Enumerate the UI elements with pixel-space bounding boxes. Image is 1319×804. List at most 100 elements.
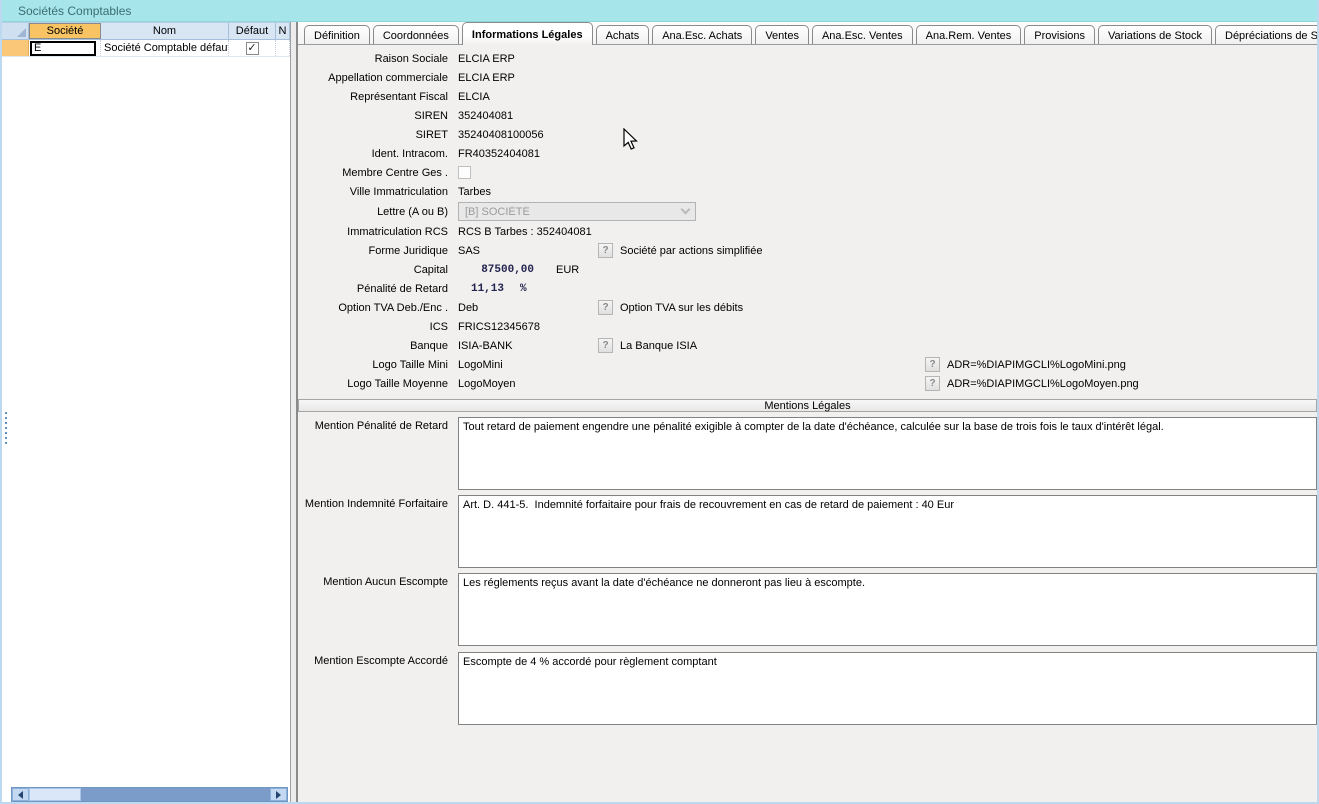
field-value-logo-mini[interactable]: LogoMini [458,359,598,371]
field-label-lettre: Lettre (A ou B) [298,206,458,218]
tab-provisions[interactable]: Provisions [1024,25,1095,44]
companies-table-header: Société Nom Défaut N [2,23,290,40]
help-icon[interactable]: ? [598,300,613,315]
mention-escompte-accorde-textarea[interactable]: Escompte de 4 % accordé pour règlement c… [458,652,1317,725]
field-label-tva: Option TVA Deb./Enc . [298,302,458,314]
mention-penalite-textarea[interactable]: Tout retard de paiement engendre une pén… [458,417,1317,490]
row-indicator-cell[interactable] [2,40,29,56]
scrollbar-thumb[interactable] [29,788,81,801]
lettre-dropdown-value: [B] SOCIÉTÉ [465,206,682,218]
tab-informations-legales[interactable]: Informations Légales [462,22,593,45]
corner-triangle-icon [17,28,26,37]
tab-strip: Définition Coordonnées Informations Léga… [298,22,1317,45]
companies-table: Société Nom Défaut N E Société Comptable… [2,22,290,57]
chevron-down-icon [681,205,691,215]
field-value-raison-sociale[interactable]: ELCIA ERP [458,53,515,65]
cell-defaut[interactable]: ✓ [229,40,276,56]
forme-help-text: Société par actions simplifiée [620,245,762,257]
societe-edit-input[interactable]: E [30,41,96,56]
help-icon[interactable]: ? [598,338,613,353]
field-value-forme[interactable]: SAS [458,245,598,257]
field-value-ville[interactable]: Tarbes [458,186,491,198]
table-row[interactable]: E Société Comptable défaut ✓ [2,40,290,57]
arrow-right-icon [276,791,281,799]
field-label-siren: SIREN [298,110,458,122]
horizontal-scrollbar[interactable] [11,787,288,802]
field-value-siret[interactable]: 35240408100056 [458,129,544,141]
cell-societe[interactable]: E [29,40,101,56]
column-header-nom[interactable]: Nom [101,23,229,39]
field-value-capital[interactable]: 87500,00 [458,264,534,276]
defaut-checkbox[interactable]: ✓ [246,42,259,55]
field-value-rcs[interactable]: RCS B Tarbes : 352404081 [458,226,592,238]
logo-moyen-adr-text: ADR=%DIAPIMGCLI%LogoMoyen.png [947,378,1139,390]
tab-definition[interactable]: Définition [304,25,370,44]
field-value-penalite[interactable]: 11,13 [458,283,504,295]
mentions-legales-header: Mentions Légales [298,399,1317,412]
column-header-partial[interactable]: N [276,23,290,39]
field-label-ics: ICS [298,321,458,333]
tab-ana-esc-ventes[interactable]: Ana.Esc. Ventes [812,25,913,44]
arrow-left-icon [18,791,23,799]
field-label-rcs: Immatriculation RCS [298,226,458,238]
capital-unit: EUR [556,264,579,276]
mention-indemnite-textarea[interactable]: Art. D. 441-5. Indemnité forfaitaire pou… [458,495,1317,568]
tab-ana-rem-ventes[interactable]: Ana.Rem. Ventes [916,25,1022,44]
splitter-grip[interactable] [3,412,9,446]
table-corner-cell[interactable] [2,23,29,39]
field-label-raison-sociale: Raison Sociale [298,53,458,65]
field-label-ville: Ville Immatriculation [298,186,458,198]
field-value-tva[interactable]: Deb [458,302,598,314]
field-label-logo-moyen: Logo Taille Moyenne [298,378,458,390]
field-label-capital: Capital [298,264,458,276]
help-icon[interactable]: ? [925,357,940,372]
field-label-membre: Membre Centre Ges . [298,167,458,179]
tab-ana-esc-achats[interactable]: Ana.Esc. Achats [652,25,752,44]
field-label-representant: Représentant Fiscal [298,91,458,103]
tab-achats[interactable]: Achats [596,25,650,44]
mention-aucun-escompte-textarea[interactable]: Les réglements reçus avant la date d'éch… [458,573,1317,646]
field-label-banque: Banque [298,340,458,352]
tab-coordonnees[interactable]: Coordonnées [373,25,459,44]
help-icon[interactable]: ? [925,376,940,391]
tab-depreciations-stocks[interactable]: Dépréciations de Stocks [1215,25,1319,44]
tva-help-text: Option TVA sur les débits [620,302,743,314]
field-label-penalite: Pénalité de Retard [298,283,458,295]
tab-page-informations-legales: Raison SocialeELCIA ERP Appellation comm… [298,45,1317,803]
field-label-appellation: Appellation commerciale [298,72,458,84]
cell-nom[interactable]: Société Comptable défaut [101,40,229,56]
app-window: Sociétés Comptables Société Nom Défaut N… [0,0,1319,804]
main-area: Définition Coordonnées Informations Léga… [298,22,1317,803]
column-header-defaut[interactable]: Défaut [229,23,276,39]
field-label-forme: Forme Juridique [298,245,458,257]
panel-splitter[interactable] [290,22,298,803]
panel-title: Sociétés Comptables [18,4,131,18]
mention-label-aucun-escompte: Mention Aucun Escompte [298,573,458,588]
mention-label-indemnite: Mention Indemnité Forfaitaire [298,495,458,510]
panel-title-band: Sociétés Comptables [2,0,1317,22]
scroll-right-button[interactable] [270,788,287,801]
logo-mini-adr-text: ADR=%DIAPIMGCLI%LogoMini.png [947,359,1126,371]
mention-label-escompte-accorde: Mention Escompte Accordé [298,652,458,667]
field-value-siren[interactable]: 352404081 [458,110,513,122]
field-value-representant[interactable]: ELCIA [458,91,490,103]
field-label-logo-mini: Logo Taille Mini [298,359,458,371]
scrollbar-track[interactable] [81,788,270,801]
field-value-logo-moyen[interactable]: LogoMoyen [458,378,598,390]
scroll-left-button[interactable] [12,788,29,801]
help-icon[interactable]: ? [598,243,613,258]
field-label-siret: SIRET [298,129,458,141]
membre-centre-checkbox[interactable] [458,166,471,179]
cell-partial[interactable] [276,40,290,56]
penalite-unit: % [520,283,527,295]
column-header-societe[interactable]: Société [29,23,101,39]
tab-ventes[interactable]: Ventes [755,25,809,44]
field-value-intracom[interactable]: FR40352404081 [458,148,540,160]
field-value-appellation[interactable]: ELCIA ERP [458,72,515,84]
tab-variations-stock[interactable]: Variations de Stock [1098,25,1212,44]
mention-label-penalite: Mention Pénalité de Retard [298,417,458,432]
lettre-dropdown[interactable]: [B] SOCIÉTÉ [458,202,696,221]
field-label-intracom: Ident. Intracom. [298,148,458,160]
field-value-ics[interactable]: FRICS12345678 [458,321,540,333]
field-value-banque[interactable]: ISIA-BANK [458,340,598,352]
